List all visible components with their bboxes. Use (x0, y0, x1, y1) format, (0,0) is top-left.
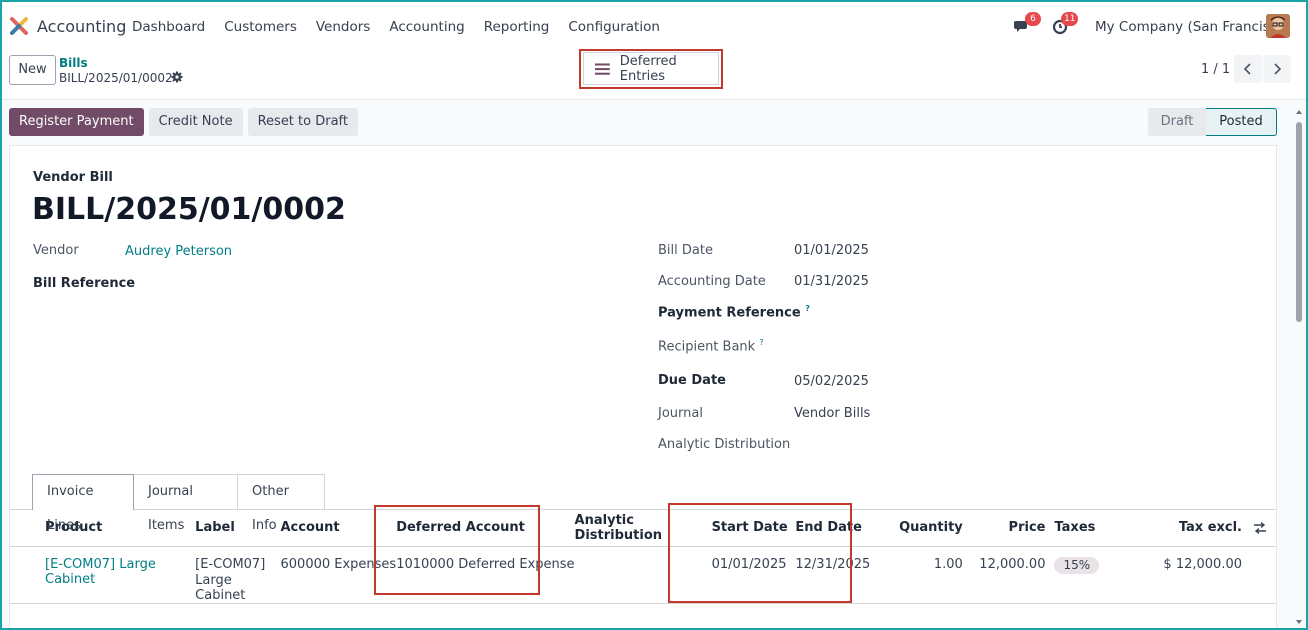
analytic-distribution-label: Analytic Distribution (658, 437, 791, 452)
reset-to-draft-button[interactable]: Reset to Draft (247, 108, 358, 136)
table-header-row: Product Label Account Deferred Account A… (10, 510, 1276, 547)
notebook-tabs: Invoice Lines Journal Items Other Info (32, 474, 325, 533)
col-start-date[interactable]: Start Date (711, 510, 796, 547)
user-avatar-image (1266, 14, 1290, 38)
col-tax-excl[interactable]: Tax excl. (1101, 510, 1276, 547)
page-scrollbar[interactable] (1294, 108, 1304, 626)
tab-other-info[interactable]: Other Info (238, 474, 325, 533)
scroll-down-icon[interactable] (1294, 618, 1304, 626)
payment-reference-help[interactable]: ? (805, 304, 810, 313)
col-account[interactable]: Account (280, 510, 397, 547)
deferred-entries-label: Deferred Entries (619, 53, 677, 84)
status-bar: Draft Posted (1148, 108, 1277, 136)
accounting-app-icon[interactable] (10, 17, 28, 35)
status-draft[interactable]: Draft (1148, 108, 1206, 136)
credit-note-button[interactable]: Credit Note (148, 108, 243, 136)
bill-reference-label: Bill Reference (33, 276, 136, 291)
pager-value[interactable]: 1 / 1 (1201, 62, 1230, 77)
cell-end-date[interactable]: 12/31/2025 (795, 546, 886, 604)
document-type: Vendor Bill (33, 170, 113, 185)
cell-quantity[interactable]: 1.00 (885, 546, 963, 604)
journal-field[interactable]: Vendor Bills (794, 406, 870, 421)
col-price[interactable]: Price (962, 510, 1046, 547)
col-tax-excl-label: Tax excl. (1178, 520, 1242, 536)
deferred-entries-button[interactable]: Deferred Entries (583, 52, 719, 85)
payment-reference-text: Payment Reference (658, 305, 801, 321)
document-name: BILL/2025/01/0002 (32, 192, 346, 227)
scrollbar-thumb[interactable] (1296, 122, 1302, 322)
label-line-1: [E-COM07] (195, 556, 266, 572)
chevron-left-icon (1243, 63, 1251, 75)
messages-badge: 6 (1025, 12, 1041, 26)
user-avatar[interactable] (1266, 14, 1290, 38)
recipient-bank-label: Recipient Bank ? (658, 338, 764, 354)
cell-start-date[interactable]: 01/01/2025 (711, 546, 796, 604)
col-quantity[interactable]: Quantity (885, 510, 963, 547)
col-product[interactable]: Product (10, 510, 196, 547)
breadcrumb-bills[interactable]: Bills (59, 56, 88, 70)
accounting-date-label: Accounting Date (658, 274, 766, 289)
cell-product[interactable]: [E-COM07] Large Cabinet (10, 546, 196, 604)
bill-date-label: Bill Date (658, 243, 713, 258)
control-panel: New Bills BILL/2025/01/0002 Deferred Ent… (0, 49, 1308, 100)
table-row[interactable]: [E-COM07] Large Cabinet [E-COM07] Large … (10, 546, 1276, 604)
col-taxes[interactable]: Taxes (1045, 510, 1102, 547)
journal-label: Journal (658, 406, 703, 421)
payment-reference-label: Payment Reference ? (658, 304, 810, 320)
gear-icon[interactable] (171, 71, 183, 83)
recipient-bank-help[interactable]: ? (759, 338, 763, 347)
menu-dashboard[interactable]: Dashboard (132, 19, 205, 35)
cell-label[interactable]: [E-COM07] Large Cabinet (195, 546, 281, 604)
bill-date-field[interactable]: 01/01/2025 (794, 243, 869, 258)
cell-deferred-account[interactable]: 1010000 Deferred Expense (396, 546, 575, 604)
cell-account[interactable]: 600000 Expenses (280, 546, 397, 604)
company-switcher[interactable]: My Company (San Francisco) (1095, 19, 1291, 35)
product-link[interactable]: [E-COM07] Large Cabinet (45, 557, 156, 587)
menu-configuration[interactable]: Configuration (568, 19, 660, 35)
cell-analytic-distribution[interactable] (574, 546, 712, 604)
action-bar: Register Payment Credit Note Reset to Dr… (9, 108, 358, 136)
pager-previous-button[interactable] (1234, 55, 1262, 83)
cell-price[interactable]: 12,000.00 (962, 546, 1046, 604)
label-line-2: Large Cabinet (195, 572, 246, 603)
menu-reporting[interactable]: Reporting (484, 19, 550, 35)
activities-button[interactable]: 11 (1052, 12, 1079, 39)
breadcrumb-current: BILL/2025/01/0002 (59, 71, 173, 85)
messages-button[interactable]: 6 (1013, 12, 1041, 39)
tax-badge[interactable]: 15% (1054, 556, 1100, 574)
chevron-right-icon (1274, 63, 1282, 75)
scroll-up-icon[interactable] (1294, 108, 1304, 116)
cell-taxes[interactable]: 15% (1045, 546, 1102, 604)
col-label[interactable]: Label (195, 510, 281, 547)
due-date-label: Due Date (658, 373, 726, 388)
activities-badge: 11 (1061, 12, 1079, 26)
col-deferred-account[interactable]: Deferred Account (396, 510, 575, 547)
cell-tax-excl: $ 12,000.00 (1101, 546, 1276, 604)
status-posted[interactable]: Posted (1206, 108, 1277, 136)
recipient-bank-text: Recipient Bank (658, 339, 756, 355)
tab-invoice-lines[interactable]: Invoice Lines (32, 474, 134, 533)
menu-vendors[interactable]: Vendors (316, 19, 370, 35)
register-payment-button[interactable]: Register Payment (9, 108, 144, 136)
new-button[interactable]: New (9, 55, 56, 85)
accounting-date-field[interactable]: 01/31/2025 (794, 274, 869, 289)
col-end-date[interactable]: End Date (795, 510, 886, 547)
tab-journal-items[interactable]: Journal Items (134, 474, 238, 533)
main-menu: Dashboard Customers Vendors Accounting R… (132, 19, 679, 35)
top-navbar: Accounting Dashboard Customers Vendors A… (0, 0, 1308, 50)
vendor-label: Vendor (33, 243, 79, 258)
invoice-lines-table: Product Label Account Deferred Account A… (10, 510, 1276, 604)
list-icon (595, 62, 610, 75)
col-analytic-distribution[interactable]: Analytic Distribution (574, 510, 712, 547)
optional-columns-icon[interactable] (1253, 522, 1267, 534)
app-name[interactable]: Accounting (37, 17, 126, 36)
menu-accounting[interactable]: Accounting (389, 19, 464, 35)
menu-customers[interactable]: Customers (224, 19, 297, 35)
vendor-field[interactable]: Audrey Peterson (125, 244, 232, 259)
form-sheet: Vendor Bill BILL/2025/01/0002 Vendor Aud… (9, 145, 1277, 630)
due-date-field[interactable]: 05/02/2025 (794, 374, 869, 389)
pager-next-button[interactable] (1263, 55, 1291, 83)
